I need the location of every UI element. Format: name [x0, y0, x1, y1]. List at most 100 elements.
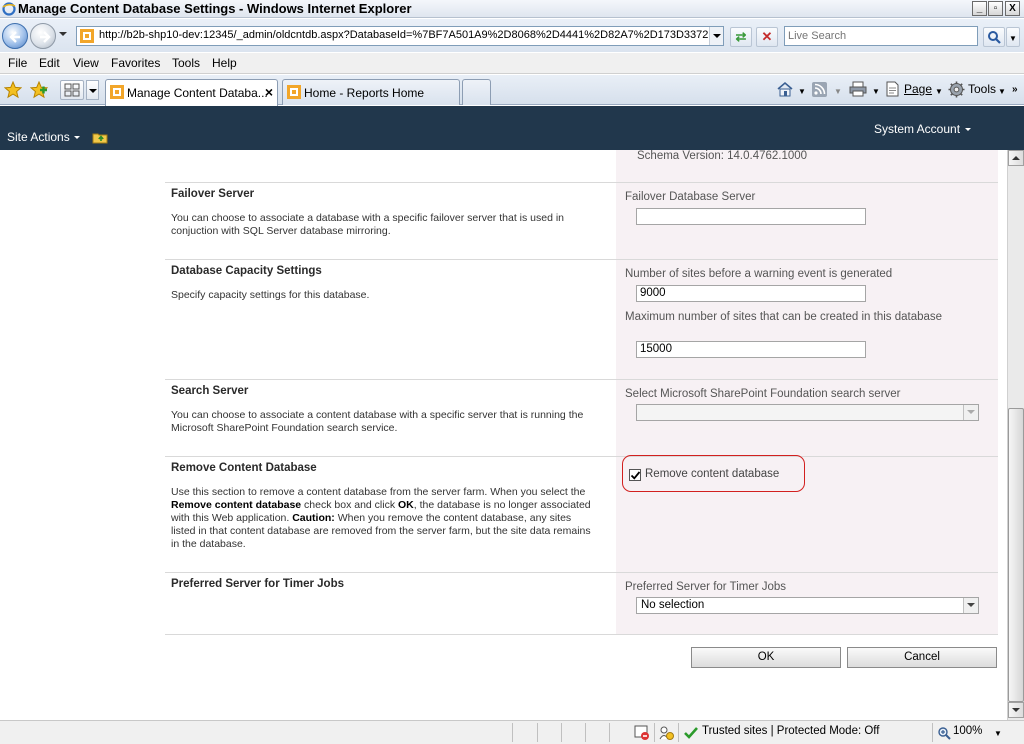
chevron-down-icon: [1012, 708, 1020, 712]
search-input[interactable]: [785, 27, 977, 45]
tab-manage-content-database[interactable]: Manage Content Databa... ×: [105, 79, 278, 106]
vertical-scrollbar[interactable]: [1007, 150, 1024, 720]
more-commands-icon[interactable]: »: [1012, 84, 1018, 95]
stop-icon: ✕: [761, 29, 773, 44]
quick-tabs-button[interactable]: [60, 80, 84, 100]
remove-content-database-label[interactable]: Remove content database: [645, 468, 779, 480]
site-actions-menu[interactable]: Site Actions: [7, 130, 80, 144]
title-bar: Manage Content Database Settings - Windo…: [0, 0, 1024, 18]
search-server-label: Select Microsoft SharePoint Foundation s…: [625, 388, 901, 400]
page-icon[interactable]: [886, 81, 899, 100]
print-icon[interactable]: [849, 81, 867, 100]
timer-server-value: No selection: [641, 599, 705, 611]
scroll-down-button[interactable]: [1008, 702, 1024, 718]
section-failover-server: Failover Server You can choose to associ…: [165, 182, 998, 259]
maximize-button[interactable]: ▫: [988, 1, 1003, 16]
stop-button[interactable]: ✕: [756, 27, 778, 47]
menu-file[interactable]: File: [8, 56, 27, 70]
menu-help[interactable]: Help: [212, 56, 237, 70]
menu-favorites[interactable]: Favorites: [111, 56, 160, 70]
print-dropdown-icon[interactable]: ▼: [872, 87, 880, 96]
minimize-button[interactable]: _: [972, 1, 987, 16]
menu-view[interactable]: View: [73, 56, 99, 70]
security-zone-text[interactable]: Trusted sites | Protected Mode: Off: [702, 725, 879, 737]
gear-icon[interactable]: [948, 81, 965, 101]
status-divider: [537, 723, 538, 742]
status-divider: [609, 723, 610, 742]
sharepoint-favicon: [287, 85, 301, 99]
section-timer-jobs: Preferred Server for Timer Jobs Preferre…: [165, 572, 998, 635]
scroll-up-button[interactable]: [1008, 150, 1024, 166]
feeds-dropdown-icon[interactable]: ▼: [834, 87, 842, 96]
section-description: Use this section to remove a content dat…: [171, 486, 591, 550]
refresh-button[interactable]: ⇄: [730, 27, 752, 47]
user-account-menu[interactable]: System Account: [874, 122, 971, 136]
failover-database-server-input[interactable]: [636, 208, 866, 225]
new-tab-button[interactable]: [462, 79, 491, 105]
url-field[interactable]: http://b2b-shp10-dev:12345/_admin/oldcnt…: [76, 26, 724, 46]
chevron-down-icon: [963, 598, 978, 613]
refresh-icon: ⇄: [735, 29, 747, 44]
menu-edit[interactable]: Edit: [39, 56, 60, 70]
section-title: Database Capacity Settings: [171, 265, 322, 277]
section-title: Remove Content Database: [171, 462, 317, 474]
section-title: Search Server: [171, 385, 249, 397]
navigate-up-icon[interactable]: [92, 130, 108, 147]
zoom-icon[interactable]: [937, 726, 951, 743]
home-dropdown-icon[interactable]: ▼: [798, 87, 806, 96]
forward-button[interactable]: [30, 23, 56, 49]
popup-blocked-icon[interactable]: [634, 725, 650, 744]
scroll-thumb[interactable]: [1008, 408, 1024, 702]
search-box[interactable]: [784, 26, 978, 46]
chevron-down-icon: [963, 405, 978, 420]
tools-dropdown-icon[interactable]: ▼: [998, 87, 1006, 96]
tab-bar: Manage Content Databa... × Home - Report…: [0, 75, 1024, 106]
home-icon[interactable]: [776, 81, 794, 100]
failover-field-label: Failover Database Server: [625, 191, 756, 203]
timer-server-label: Preferred Server for Timer Jobs: [625, 581, 787, 593]
privacy-icon[interactable]: [658, 725, 674, 744]
section-description: Specify capacity settings for this datab…: [171, 289, 370, 301]
window-title: Manage Content Database Settings - Windo…: [18, 1, 412, 16]
add-favorite-icon[interactable]: [29, 80, 49, 102]
section-remove-content-database: Remove Content Database Use this section…: [165, 456, 998, 573]
back-arrow-icon: [9, 31, 20, 43]
page-dropdown-icon[interactable]: ▼: [935, 87, 943, 96]
warning-sites-label: Number of sites before a warning event i…: [625, 268, 893, 280]
tools-menu[interactable]: Tools: [968, 82, 996, 96]
status-bar: Trusted sites | Protected Mode: Off 100%…: [0, 720, 1024, 744]
url-dropdown-icon[interactable]: [709, 27, 723, 45]
quick-tabs-icon: [64, 83, 80, 97]
sharepoint-favicon: [80, 29, 94, 43]
feeds-icon[interactable]: [812, 82, 827, 100]
url-text: http://b2b-shp10-dev:12345/_admin/oldcnt…: [99, 29, 709, 41]
section-title: Preferred Server for Timer Jobs: [171, 578, 345, 590]
close-window-button[interactable]: X: [1005, 1, 1020, 16]
ok-button[interactable]: OK: [691, 647, 841, 668]
status-divider: [512, 723, 513, 742]
close-tab-icon[interactable]: ×: [265, 84, 273, 100]
status-divider: [932, 723, 933, 742]
remove-content-database-checkbox[interactable]: [629, 469, 641, 481]
menu-tools[interactable]: Tools: [172, 56, 200, 70]
search-server-select[interactable]: [636, 404, 979, 421]
menu-bar: File Edit View Favorites Tools Help: [0, 53, 1024, 74]
search-options-button[interactable]: ▼: [1006, 27, 1020, 47]
cancel-button[interactable]: Cancel: [847, 647, 997, 668]
favorites-star-icon[interactable]: [3, 80, 23, 102]
warning-sites-input[interactable]: 9000: [636, 285, 866, 302]
tab-reports-home[interactable]: Home - Reports Home: [282, 79, 460, 105]
back-button[interactable]: [2, 23, 28, 49]
zoom-level[interactable]: 100%: [953, 725, 982, 737]
timer-server-select[interactable]: No selection: [636, 597, 979, 614]
section-capacity-settings: Database Capacity Settings Specify capac…: [165, 259, 998, 380]
section-description: You can choose to associate a database w…: [171, 212, 565, 237]
address-bar: http://b2b-shp10-dev:12345/_admin/oldcnt…: [0, 19, 1024, 52]
zoom-dropdown-icon[interactable]: ▼: [994, 729, 1002, 738]
history-dropdown-icon[interactable]: [59, 32, 67, 36]
max-sites-input[interactable]: 15000: [636, 341, 866, 358]
page-menu[interactable]: Page: [904, 82, 932, 96]
tab-list-dropdown[interactable]: [86, 80, 99, 100]
section-description: You can choose to associate a content da…: [171, 409, 584, 434]
search-button[interactable]: [983, 27, 1005, 47]
